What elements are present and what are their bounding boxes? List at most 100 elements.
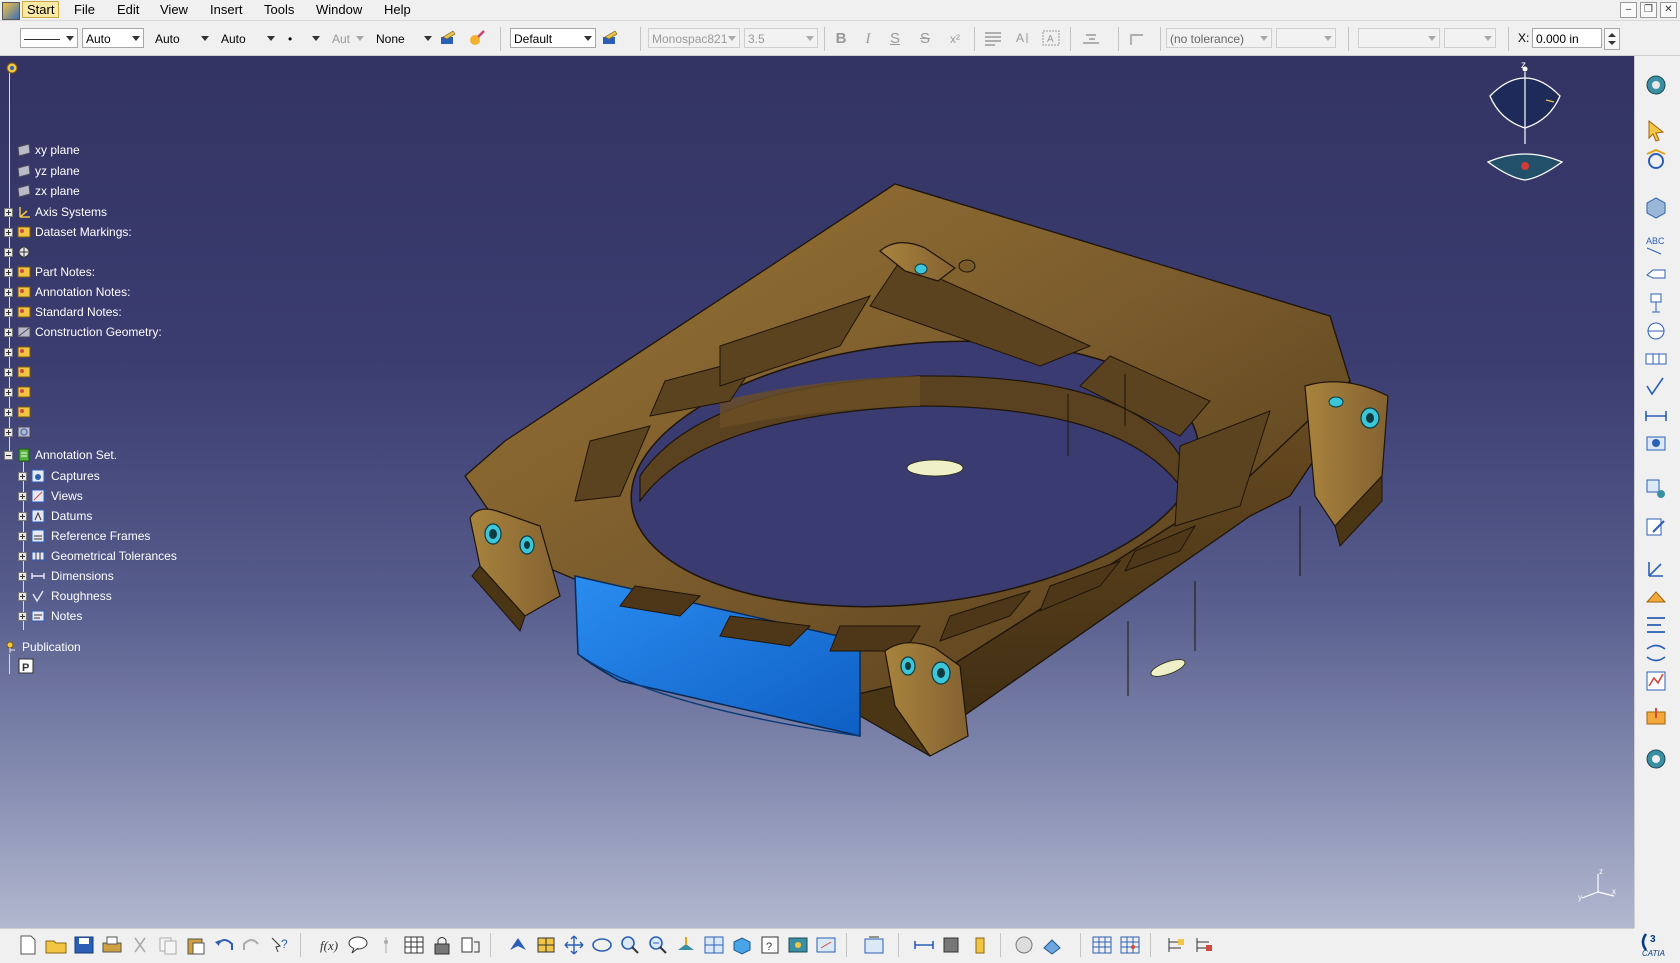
menu-insert[interactable]: Insert	[210, 2, 243, 17]
comment-icon[interactable]	[346, 934, 370, 956]
expand-icon[interactable]	[4, 328, 13, 337]
views-layout-icon[interactable]	[1643, 476, 1669, 502]
frame-icon[interactable]: A	[1040, 29, 1062, 49]
menu-help[interactable]: Help	[384, 2, 411, 17]
tree-node-datums[interactable]: Datums	[18, 508, 218, 526]
align-icon[interactable]	[1643, 612, 1669, 638]
print-icon[interactable]	[100, 934, 124, 956]
tree-node-zx-plane[interactable]: zx plane	[10, 183, 210, 201]
save-icon[interactable]	[72, 934, 96, 956]
layer-combo[interactable]: Aut	[328, 28, 368, 48]
normal-view-icon[interactable]	[674, 934, 698, 956]
text-annotation-icon[interactable]: ABC	[1643, 232, 1669, 258]
measure-between-icon[interactable]	[912, 934, 936, 956]
paste-icon[interactable]	[184, 934, 208, 956]
bold-button[interactable]: B	[830, 29, 852, 49]
rotate-icon[interactable]	[590, 934, 614, 956]
tree-node-parameter[interactable]: P	[18, 658, 48, 676]
zoom-in-icon[interactable]	[618, 934, 642, 956]
expand-icon[interactable]	[4, 248, 13, 257]
expand-icon[interactable]	[18, 492, 27, 501]
lock-icon[interactable]	[430, 934, 454, 956]
tree-node-unnamed-set[interactable]	[4, 384, 44, 402]
tolerance-value-combo[interactable]	[1276, 28, 1336, 48]
tree-node-unnamed-set[interactable]	[4, 344, 44, 362]
tree-node-publication[interactable]: Publication	[4, 639, 204, 657]
fill-combo[interactable]: None	[372, 28, 436, 48]
tree-node-standard-notes[interactable]: Standard Notes:	[4, 304, 204, 322]
dimension-icon[interactable]	[1643, 402, 1669, 428]
expand-icon[interactable]	[18, 612, 27, 621]
menu-tools[interactable]: Tools	[264, 2, 294, 17]
italic-button[interactable]: I	[857, 29, 879, 49]
expand-icon[interactable]	[18, 592, 27, 601]
painter-icon[interactable]	[438, 29, 460, 49]
tree-reorder-icon[interactable]	[1192, 934, 1216, 956]
tree-node-geometrical-tolerances[interactable]: Geometrical Tolerances	[18, 548, 238, 566]
tree-node-part-notes[interactable]: Part Notes:	[4, 264, 204, 282]
grid-icon[interactable]	[1090, 934, 1114, 956]
tree-node-notes[interactable]: Notes	[18, 608, 218, 626]
tree-node-xy-plane[interactable]: xy plane	[10, 142, 210, 160]
fly-mode-icon[interactable]	[506, 934, 530, 956]
tree-node-dataset-markings[interactable]: Dataset Markings:	[4, 224, 204, 242]
datum-target-icon[interactable]	[1643, 318, 1669, 344]
tolerance-combo[interactable]: (no tolerance)	[1166, 28, 1272, 48]
style-painter-icon[interactable]	[600, 29, 622, 49]
swap-space-icon[interactable]	[814, 934, 838, 956]
expand-icon[interactable]	[4, 208, 13, 217]
style-combo[interactable]: Default	[510, 28, 596, 48]
tree-node-yz-plane[interactable]: yz plane	[10, 163, 210, 181]
expand-icon[interactable]	[4, 268, 13, 277]
knowledge-icon[interactable]	[458, 934, 482, 956]
menu-file[interactable]: File	[74, 2, 95, 17]
tree-node-dimensions[interactable]: Dimensions	[18, 568, 218, 586]
font-combo[interactable]: Monospac821	[648, 28, 740, 48]
underline-button[interactable]: S	[884, 29, 906, 49]
apply-material-icon[interactable]	[1012, 934, 1036, 956]
x-value-field[interactable]: 0.000 in	[1532, 28, 1602, 48]
expand-icon[interactable]	[4, 408, 13, 417]
line-combo[interactable]	[20, 28, 78, 48]
tree-node-unnamed-set[interactable]	[4, 424, 44, 442]
settings-gear-icon[interactable]	[1643, 746, 1669, 772]
tree-root-node[interactable]	[4, 60, 24, 78]
minimize-button[interactable]: –	[1620, 2, 1637, 18]
expand-icon[interactable]	[18, 532, 27, 541]
expand-icon[interactable]	[18, 552, 27, 561]
symbol-icon[interactable]	[1080, 29, 1102, 49]
multi-view-icon[interactable]	[702, 934, 726, 956]
expand-icon[interactable]	[18, 512, 27, 521]
tree-node-roughness[interactable]: Roughness	[18, 588, 218, 606]
hide-show-icon[interactable]	[786, 934, 810, 956]
expand-icon[interactable]	[18, 572, 27, 581]
pan-icon[interactable]	[562, 934, 586, 956]
menu-view[interactable]: View	[160, 2, 188, 17]
fit-all-icon[interactable]	[534, 934, 558, 956]
line-type-combo[interactable]: Auto	[151, 28, 213, 48]
expand-icon[interactable]	[4, 348, 13, 357]
specification-tree[interactable]: xy plane yz plane zx plane Axis Systems …	[0, 56, 300, 674]
expand-icon[interactable]	[4, 368, 13, 377]
tree-node-construction-geometry[interactable]: Construction Geometry:	[4, 324, 204, 342]
superscript-button[interactable]: x²	[944, 29, 966, 49]
expand-icon[interactable]	[4, 428, 13, 437]
text-anchor-icon[interactable]: A	[1012, 29, 1034, 49]
flag-note-icon[interactable]	[1643, 262, 1669, 288]
menu-window[interactable]: Window	[316, 2, 362, 17]
new-file-icon[interactable]	[16, 934, 40, 956]
catia-app-icon[interactable]	[2, 2, 20, 20]
rotate-view-icon[interactable]	[1643, 146, 1669, 172]
font-size-combo[interactable]: 3.5	[744, 28, 818, 48]
geometrical-tolerance-icon[interactable]	[1643, 346, 1669, 372]
3d-view-icon[interactable]	[1643, 194, 1669, 220]
snap-grid-icon[interactable]	[1118, 934, 1142, 956]
formula-icon[interactable]: f(x)	[318, 934, 342, 956]
measure-item-icon[interactable]	[940, 934, 964, 956]
export-icon[interactable]	[1643, 704, 1669, 730]
numeric-format-combo[interactable]	[1358, 28, 1440, 48]
tree-node-views[interactable]: Views	[18, 488, 218, 506]
menu-start[interactable]: Start	[22, 1, 60, 18]
3d-viewport[interactable]: xy plane yz plane zx plane Axis Systems …	[0, 56, 1634, 928]
tree-node-captures[interactable]: Captures	[18, 468, 218, 486]
